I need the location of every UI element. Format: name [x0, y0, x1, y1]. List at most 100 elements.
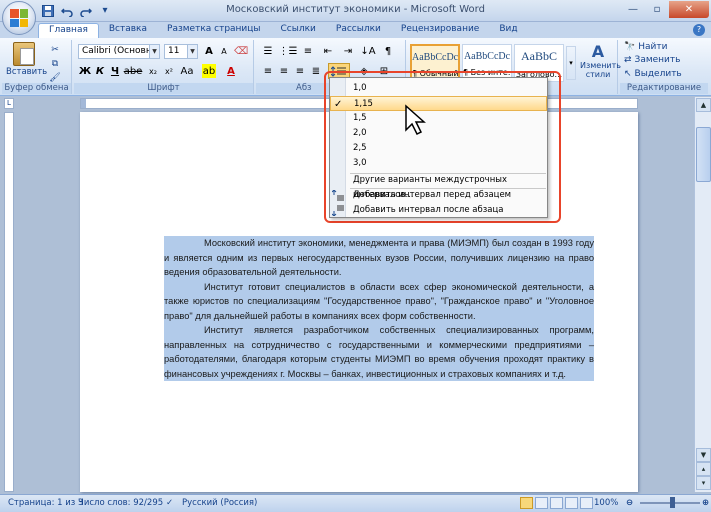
outline-icon[interactable]	[565, 497, 578, 509]
web-layout-icon[interactable]	[550, 497, 563, 509]
editing-group: 🔭 Найти ⇄ Заменить ↖ Выделить Редактиров…	[620, 40, 708, 94]
zoom-slider-thumb[interactable]	[670, 497, 675, 508]
change-styles-button[interactable]: A Изменить стили	[580, 42, 621, 79]
find-button[interactable]: 🔭 Найти	[624, 42, 667, 52]
change-case-icon[interactable]: Aa	[180, 64, 194, 78]
menu-item-1-15[interactable]: ✓ 1,15	[330, 96, 547, 111]
increase-indent-icon[interactable]: ⇥	[340, 44, 356, 58]
bullets-icon[interactable]: ☰	[260, 44, 276, 58]
mouse-cursor-icon	[405, 104, 426, 136]
align-right-icon[interactable]: ≡	[292, 64, 308, 78]
menu-item-1-5[interactable]: 1,5	[330, 111, 547, 126]
decrease-indent-icon[interactable]: ⇤	[320, 44, 336, 58]
next-page-icon[interactable]: ▾	[696, 476, 711, 490]
view-buttons	[520, 497, 593, 509]
vertical-ruler[interactable]	[4, 112, 14, 492]
multilevel-list-icon[interactable]: ≡	[300, 44, 316, 58]
bold-icon[interactable]: Ж	[78, 64, 92, 78]
change-styles-label: Изменить стили	[580, 61, 621, 79]
clear-format-icon[interactable]: ⌫	[234, 44, 248, 58]
menu-item-2-5[interactable]: 2,5	[330, 141, 547, 156]
font-size-combo[interactable]: 11 ▼	[164, 44, 198, 59]
binoculars-icon: 🔭	[624, 42, 636, 52]
highlight-icon[interactable]: ab	[202, 64, 216, 78]
spellcheck-icon[interactable]: ✓	[166, 498, 173, 508]
tab-selector-icon[interactable]: L	[4, 98, 14, 109]
maximize-icon[interactable]: ▫	[645, 1, 669, 18]
replace-icon: ⇄	[624, 55, 632, 65]
office-button[interactable]	[2, 1, 36, 35]
menu-item-2-0[interactable]: 2,0	[330, 126, 547, 141]
menu-item-add-after[interactable]: Добавить интервал после абзаца	[330, 203, 547, 218]
font-name-combo[interactable]: Calibri (Основной те ▼	[78, 44, 160, 59]
copy-icon[interactable]: ⧉	[48, 57, 62, 70]
paragraph-2[interactable]: Институт готовит специалистов в области …	[164, 279, 594, 323]
superscript-icon[interactable]: x²	[162, 64, 176, 78]
tab-insert[interactable]: Вставка	[99, 23, 157, 38]
full-screen-icon[interactable]	[535, 497, 548, 509]
chevron-down-icon[interactable]: ▼	[187, 45, 197, 58]
scroll-thumb[interactable]	[696, 127, 711, 182]
align-center-icon[interactable]: ≡	[276, 64, 292, 78]
print-layout-icon[interactable]	[520, 497, 533, 509]
style-sample: AaBbCcDc	[463, 51, 511, 62]
help-icon[interactable]: ?	[693, 24, 705, 36]
zoom-level[interactable]: 100%	[594, 498, 618, 508]
close-icon[interactable]: ✕	[669, 1, 709, 18]
tab-review[interactable]: Рецензирование	[391, 23, 489, 38]
cut-icon[interactable]: ✂	[48, 43, 62, 56]
window-controls: — ▫ ✕	[621, 1, 709, 18]
vertical-scrollbar[interactable]: ▲ ▼ ▴ ▾	[694, 97, 711, 492]
document-body[interactable]: Московский институт экономики, менеджмен…	[164, 236, 594, 381]
language[interactable]: Русский (Россия)	[182, 498, 257, 508]
show-marks-icon[interactable]: ¶	[380, 44, 396, 58]
menu-item-label: 1,15	[354, 99, 373, 109]
paragraph-1[interactable]: Московский институт экономики, менеджмен…	[164, 236, 594, 280]
paragraph-3[interactable]: Институт является разработчиком собствен…	[164, 323, 594, 381]
tab-references[interactable]: Ссылки	[271, 23, 326, 38]
tab-view[interactable]: Вид	[489, 23, 527, 38]
shrink-font-icon[interactable]: A	[217, 44, 231, 58]
add-space-after-icon	[332, 205, 344, 216]
menu-item-more-options[interactable]: Другие варианты междустрочных интервалов…	[330, 173, 547, 200]
draft-icon[interactable]	[580, 497, 593, 509]
strikethrough-icon[interactable]: abe	[124, 64, 143, 78]
replace-button[interactable]: ⇄ Заменить	[624, 55, 680, 65]
style-sample: AaBbCcDc	[412, 52, 458, 63]
find-label: Найти	[638, 42, 668, 52]
word-count[interactable]: Число слов: 92/295	[78, 498, 163, 508]
styles-more-icon[interactable]: ▾	[566, 46, 576, 80]
zoom-out-icon[interactable]: ⊖	[626, 498, 633, 508]
zoom-in-icon[interactable]: ⊕	[702, 498, 709, 508]
font-group-label: Шрифт	[74, 83, 253, 94]
tab-page-layout[interactable]: Разметка страницы	[157, 23, 271, 38]
page-count[interactable]: Страница: 1 из 3	[8, 498, 83, 508]
select-button[interactable]: ↖ Выделить	[624, 69, 682, 79]
subscript-icon[interactable]: x₂	[146, 64, 160, 78]
scroll-up-icon[interactable]: ▲	[696, 98, 711, 112]
status-bar: Страница: 1 из 3 Число слов: 92/295 ✓ Ру…	[0, 494, 711, 512]
cursor-icon: ↖	[624, 69, 632, 79]
font-color-icon[interactable]: A	[224, 64, 238, 78]
paste-button[interactable]: Вставить	[6, 42, 47, 77]
menu-item-3-0[interactable]: 3,0	[330, 156, 547, 171]
chevron-down-icon[interactable]: ▼	[149, 45, 159, 58]
italic-icon[interactable]: К	[93, 64, 107, 78]
numbering-icon[interactable]: ⋮☰	[279, 44, 298, 58]
ribbon-tabs: Главная Вставка Разметка страницы Ссылки…	[0, 22, 711, 38]
menu-item-add-before[interactable]: Добавить интервал перед абзацем	[330, 188, 547, 203]
align-left-icon[interactable]: ≡	[260, 64, 276, 78]
office-logo-icon	[10, 9, 28, 27]
scroll-down-icon[interactable]: ▼	[696, 448, 711, 462]
tab-mailings[interactable]: Рассылки	[326, 23, 391, 38]
sort-icon[interactable]: ↓A	[360, 44, 376, 58]
paste-icon	[13, 42, 35, 66]
tab-home[interactable]: Главная	[38, 23, 99, 38]
window-title: Московский институт экономики - Microsof…	[226, 4, 485, 15]
justify-icon[interactable]: ≣	[308, 64, 324, 78]
minimize-icon[interactable]: —	[621, 1, 645, 18]
grow-font-icon[interactable]: A	[202, 44, 216, 58]
underline-icon[interactable]: Ч	[108, 64, 122, 78]
menu-item-1-0[interactable]: 1,0	[330, 81, 547, 96]
prev-page-icon[interactable]: ▴	[696, 462, 711, 476]
